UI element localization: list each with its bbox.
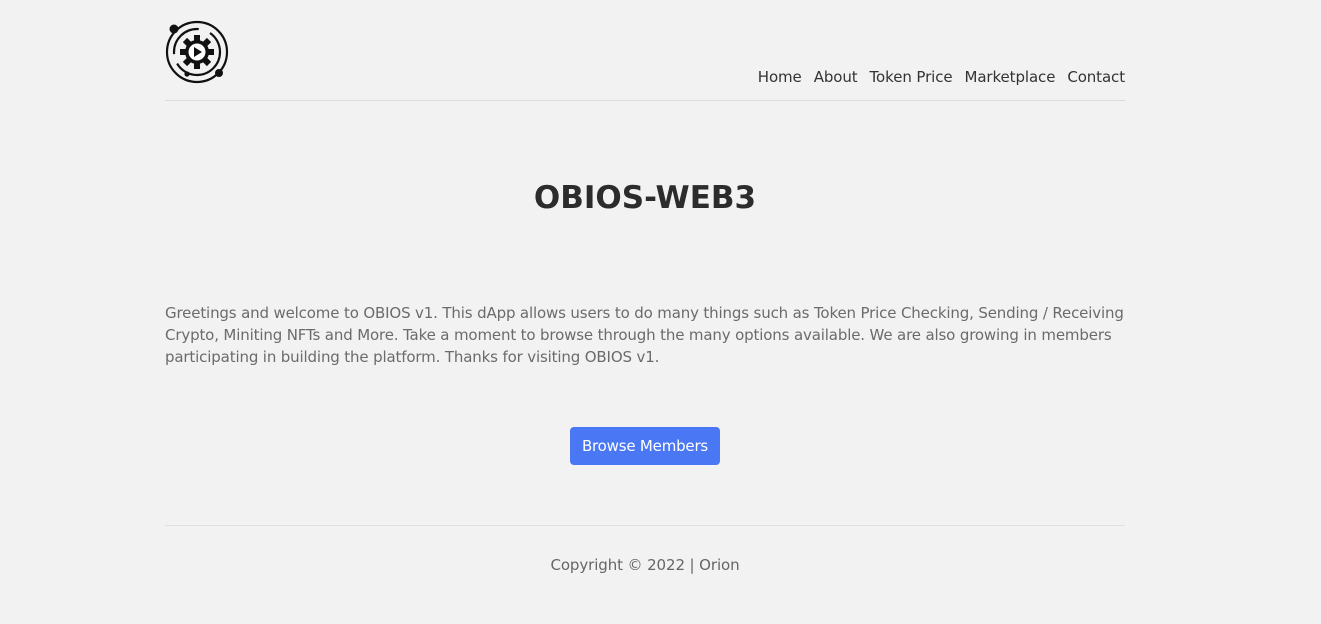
- nav-home-link[interactable]: Home: [758, 68, 802, 86]
- nav-about-link[interactable]: About: [814, 68, 858, 86]
- nav-contact-link[interactable]: Contact: [1067, 68, 1125, 86]
- page-title: OBIOS-WEB3: [533, 180, 757, 216]
- intro-paragraph: Greetings and welcome to OBIOS v1. This …: [165, 304, 1124, 366]
- page-container: Home About Token Price Marketplace Conta…: [165, 0, 1125, 624]
- nav-marketplace-link[interactable]: Marketplace: [965, 68, 1056, 86]
- nav-token-price-link[interactable]: Token Price: [870, 68, 953, 86]
- browse-members-button[interactable]: Browse Members: [570, 427, 720, 465]
- main-nav: Home About Token Price Marketplace Conta…: [758, 68, 1125, 86]
- footer-divider: [165, 525, 1125, 526]
- footer-copyright: Copyright © 2022 | Orion: [550, 556, 740, 574]
- orbit-gear-logo-icon[interactable]: [165, 20, 229, 84]
- header: Home About Token Price Marketplace Conta…: [165, 0, 1125, 101]
